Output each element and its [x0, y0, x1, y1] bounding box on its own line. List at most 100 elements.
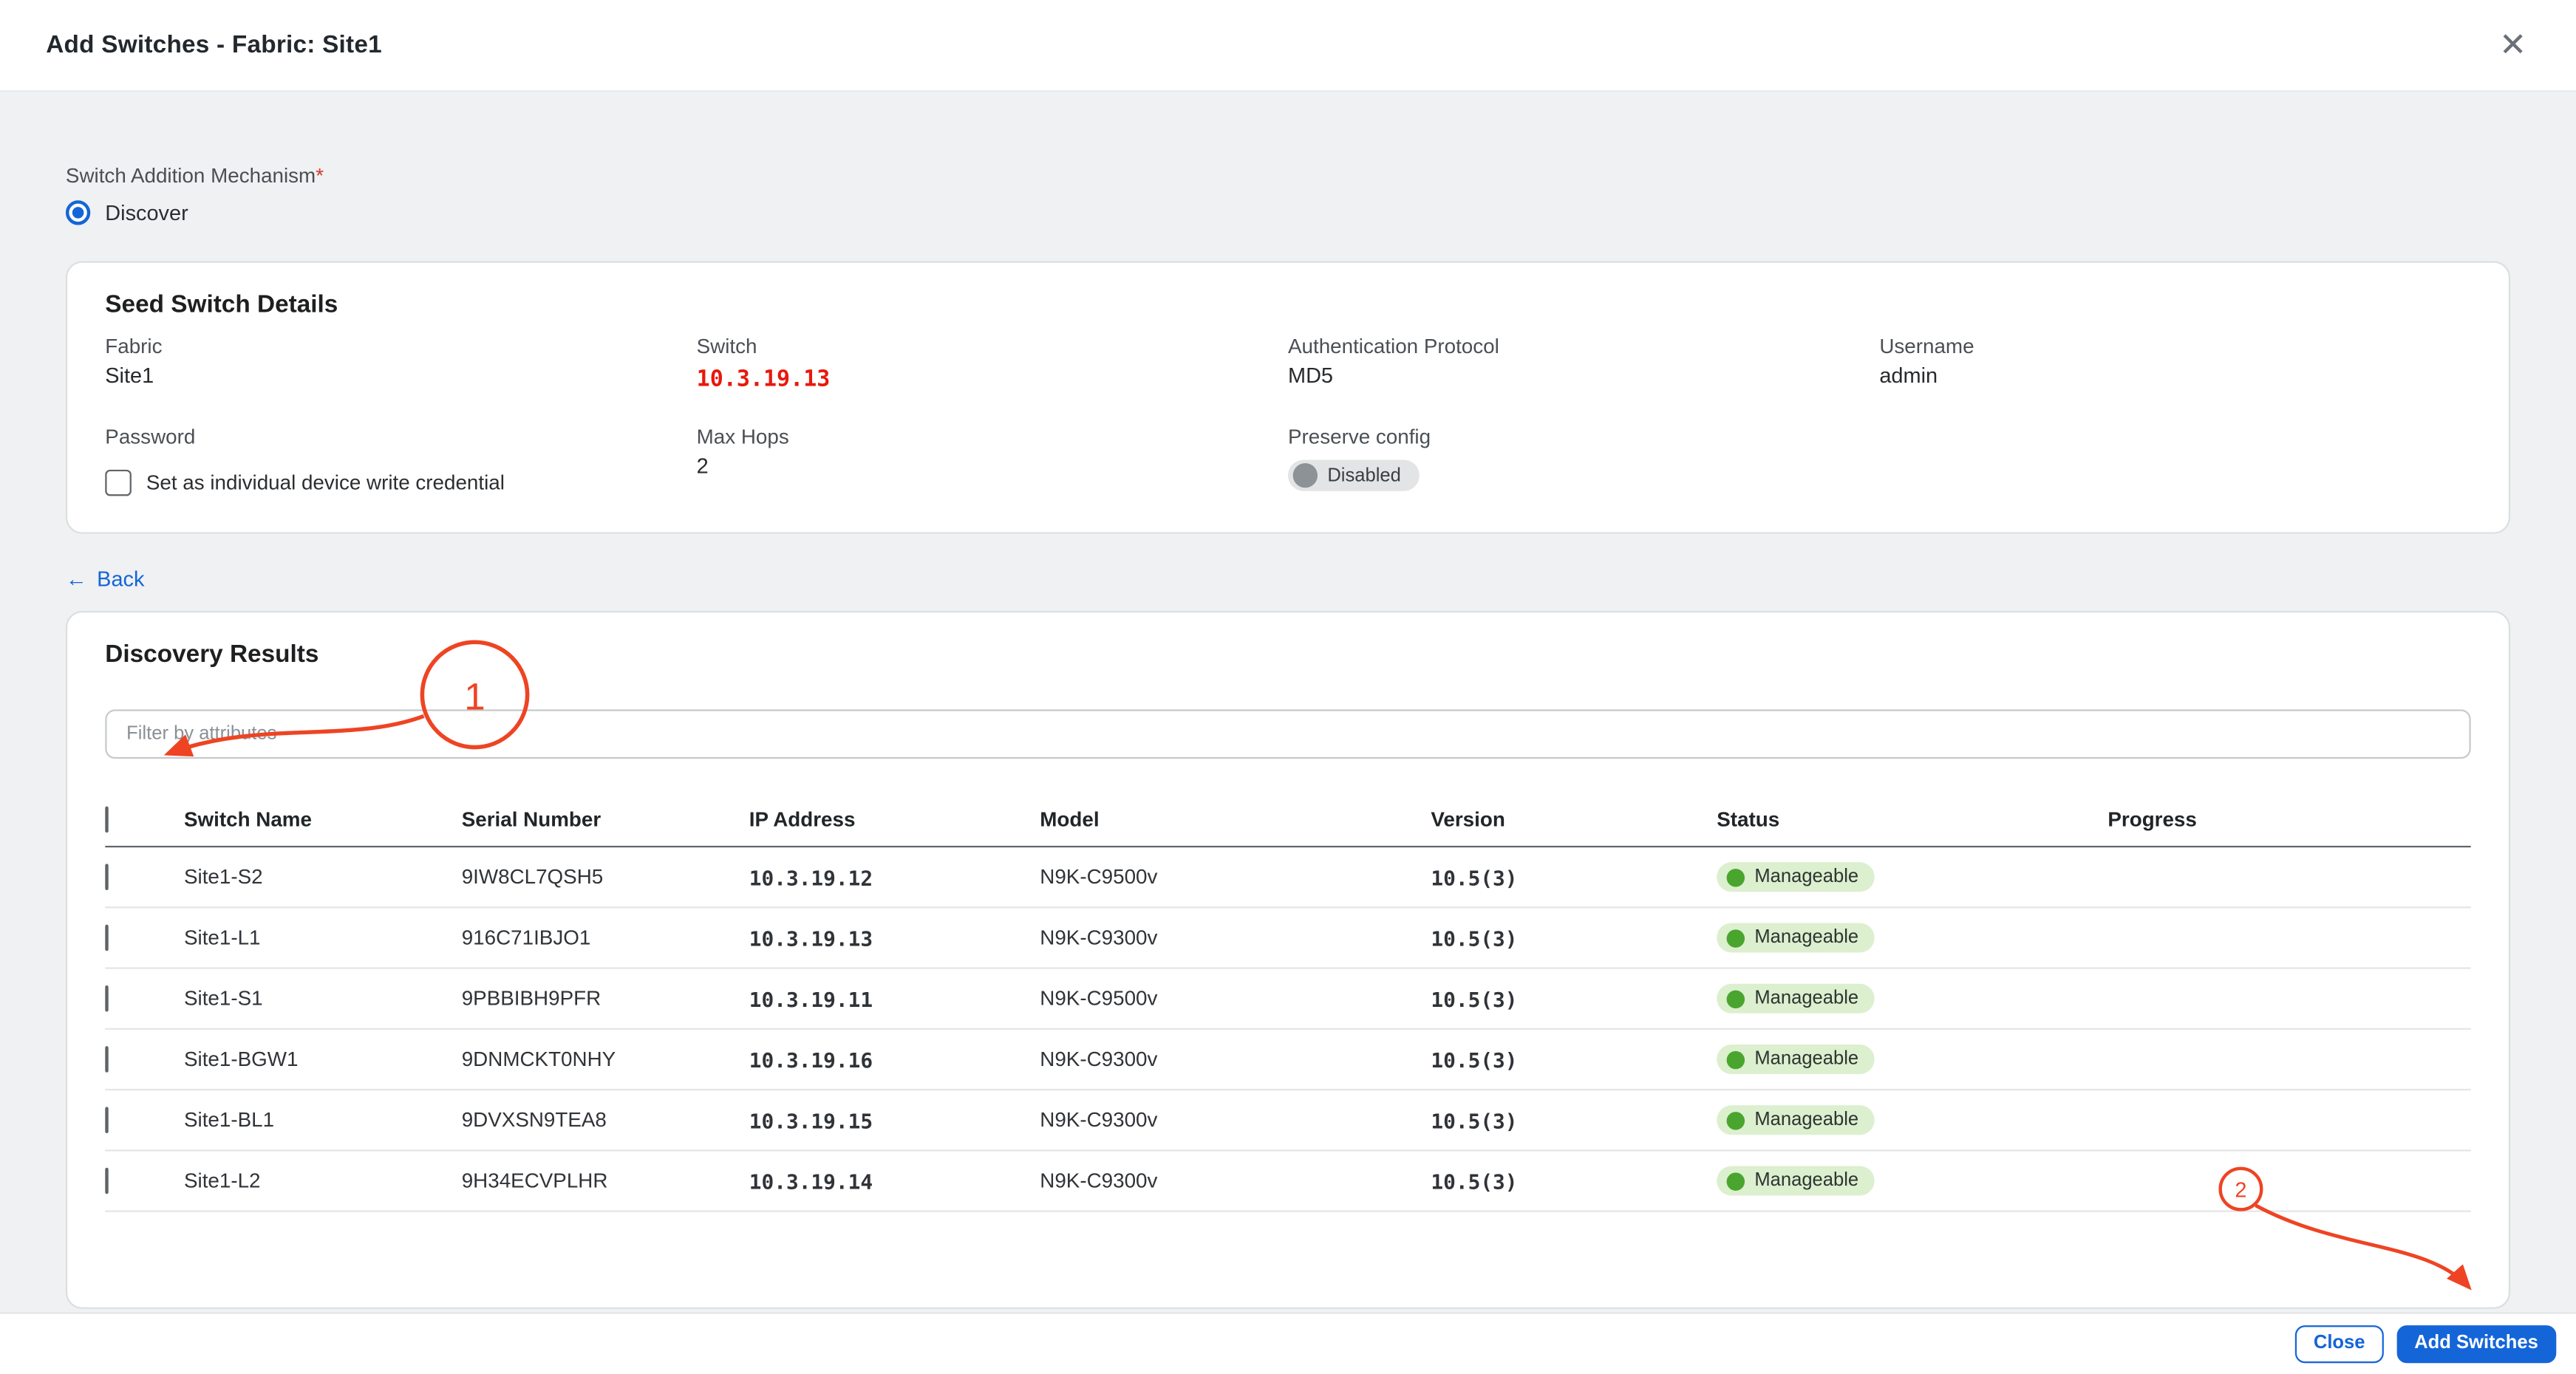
back-arrow-icon: ←	[66, 567, 87, 591]
switch-name: Site1-S1	[184, 987, 462, 1010]
status-dot-icon	[1727, 1050, 1745, 1068]
ip-address: 10.3.19.15	[749, 1108, 1040, 1132]
dialog-header: Add Switches - Fabric: Site1 ✕	[0, 0, 2576, 92]
col-model: Model	[1040, 807, 1431, 830]
seed-card-title: Seed Switch Details	[105, 291, 2470, 319]
discover-radio-label: Discover	[105, 200, 188, 225]
row-checkbox[interactable]	[105, 1046, 108, 1073]
write-credential-label: Set as individual device write credentia…	[146, 471, 505, 494]
status-badge: Manageable	[1717, 1166, 1875, 1195]
row-checkbox[interactable]	[105, 985, 108, 1012]
fabric-value: Site1	[105, 363, 696, 387]
col-serial-number: Serial Number	[462, 807, 749, 830]
discovery-results-title: Discovery Results	[105, 640, 2470, 669]
ip-address: 10.3.19.14	[749, 1169, 1040, 1193]
write-credential-row: Set as individual device write credentia…	[105, 470, 696, 496]
max-hops-field: Max Hops 2	[697, 425, 1288, 496]
dialog-body: Switch Addition Mechanism* Discover Seed…	[0, 92, 2576, 1308]
back-link[interactable]: ← Back	[66, 567, 145, 591]
close-icon[interactable]: ✕	[2499, 29, 2526, 61]
seed-fields-grid: Fabric Site1 Switch 10.3.19.13 Authentic…	[105, 335, 2470, 496]
preserve-config-state: Disabled	[1327, 465, 1400, 485]
status-badge: Manageable	[1717, 984, 1875, 1014]
password-field: Password Set as individual device write …	[105, 425, 696, 496]
status-dot-icon	[1727, 989, 1745, 1007]
table-row: Site1-S1 9PBBIBH9PFR 10.3.19.11 N9K-C950…	[105, 969, 2470, 1030]
status-badge: Manageable	[1717, 1045, 1875, 1074]
username-value: admin	[1879, 363, 2470, 387]
table-row: Site1-S2 9IW8CL7QSH5 10.3.19.12 N9K-C950…	[105, 847, 2470, 908]
discovery-results-card: Discovery Results Switch Name Serial Num…	[66, 611, 2510, 1309]
add-switches-button[interactable]: Add Switches	[2396, 1325, 2557, 1364]
close-button[interactable]: Close	[2295, 1325, 2383, 1364]
switch-name: Site1-BGW1	[184, 1047, 462, 1070]
dialog-title: Add Switches - Fabric: Site1	[46, 31, 382, 59]
row-checkbox[interactable]	[105, 1107, 108, 1133]
status-badge: Manageable	[1717, 923, 1875, 952]
switch-name: Site1-S2	[184, 866, 462, 889]
dialog-footer: Close Add Switches	[0, 1312, 2576, 1374]
discover-radio[interactable]	[66, 200, 90, 225]
username-field: Username admin	[1879, 335, 2470, 393]
discovery-table: Switch Name Serial Number IP Address Mod…	[105, 792, 2470, 1212]
row-checkbox[interactable]	[105, 1168, 108, 1194]
version: 10.5(3)	[1431, 986, 1717, 1011]
fabric-field: Fabric Site1	[105, 335, 696, 393]
serial-number: 9IW8CL7QSH5	[462, 866, 749, 889]
ip-address: 10.3.19.11	[749, 986, 1040, 1011]
ip-address: 10.3.19.12	[749, 865, 1040, 889]
serial-number: 9H34ECVPLHR	[462, 1169, 749, 1192]
row-checkbox[interactable]	[105, 864, 108, 890]
version: 10.5(3)	[1431, 926, 1717, 950]
version: 10.5(3)	[1431, 1108, 1717, 1132]
version: 10.5(3)	[1431, 865, 1717, 889]
serial-number: 916C71IBJO1	[462, 926, 749, 949]
serial-number: 9PBBIBH9PFR	[462, 987, 749, 1010]
status-dot-icon	[1727, 1111, 1745, 1129]
col-progress: Progress	[2108, 807, 2470, 830]
col-status: Status	[1717, 807, 2108, 830]
model: N9K-C9500v	[1040, 987, 1431, 1010]
status-dot-icon	[1727, 1172, 1745, 1189]
table-row: Site1-BL1 9DVXSN9TEA8 10.3.19.15 N9K-C93…	[105, 1090, 2470, 1151]
status-badge: Manageable	[1717, 862, 1875, 892]
auth-protocol-field: Authentication Protocol MD5	[1288, 335, 1879, 393]
preserve-config-toggle[interactable]: Disabled	[1288, 459, 1419, 491]
row-checkbox[interactable]	[105, 925, 108, 951]
status-dot-icon	[1727, 929, 1745, 946]
col-version: Version	[1431, 807, 1717, 830]
select-all-checkbox[interactable]	[105, 805, 108, 832]
table-row: Site1-L2 9H34ECVPLHR 10.3.19.14 N9K-C930…	[105, 1151, 2470, 1211]
version: 10.5(3)	[1431, 1047, 1717, 1071]
model: N9K-C9300v	[1040, 926, 1431, 949]
seed-switch-details-card: Seed Switch Details Fabric Site1 Switch …	[66, 261, 2510, 533]
model: N9K-C9300v	[1040, 1169, 1431, 1192]
table-row: Site1-BGW1 9DNMCKT0NHY 10.3.19.16 N9K-C9…	[105, 1030, 2470, 1090]
serial-number: 9DVXSN9TEA8	[462, 1109, 749, 1132]
model: N9K-C9300v	[1040, 1109, 1431, 1132]
max-hops-value: 2	[697, 454, 1288, 478]
switch-name: Site1-L2	[184, 1169, 462, 1192]
preserve-config-field: Preserve config Disabled	[1288, 425, 1879, 496]
discover-radio-row: Discover	[66, 200, 2510, 225]
ip-address: 10.3.19.13	[749, 926, 1040, 950]
table-row: Site1-L1 916C71IBJO1 10.3.19.13 N9K-C930…	[105, 908, 2470, 968]
version: 10.5(3)	[1431, 1169, 1717, 1193]
auth-protocol-value: MD5	[1288, 363, 1879, 387]
required-asterisk: *	[316, 164, 324, 187]
switch-name: Site1-BL1	[184, 1109, 462, 1132]
model: N9K-C9300v	[1040, 1047, 1431, 1070]
model: N9K-C9500v	[1040, 866, 1431, 889]
serial-number: 9DNMCKT0NHY	[462, 1047, 749, 1070]
switch-addition-mechanism-label: Switch Addition Mechanism*	[66, 92, 2510, 187]
col-switch-name: Switch Name	[184, 807, 462, 830]
filter-input[interactable]	[105, 709, 2470, 759]
add-switches-dialog: Add Switches - Fabric: Site1 ✕ Switch Ad…	[0, 0, 2576, 1374]
write-credential-checkbox[interactable]	[105, 470, 132, 496]
status-badge: Manageable	[1717, 1105, 1875, 1135]
ip-address: 10.3.19.16	[749, 1047, 1040, 1071]
switch-name: Site1-L1	[184, 926, 462, 949]
col-ip-address: IP Address	[749, 807, 1040, 830]
switch-ip-value: 10.3.19.13	[697, 366, 1288, 393]
switch-field: Switch 10.3.19.13	[697, 335, 1288, 393]
